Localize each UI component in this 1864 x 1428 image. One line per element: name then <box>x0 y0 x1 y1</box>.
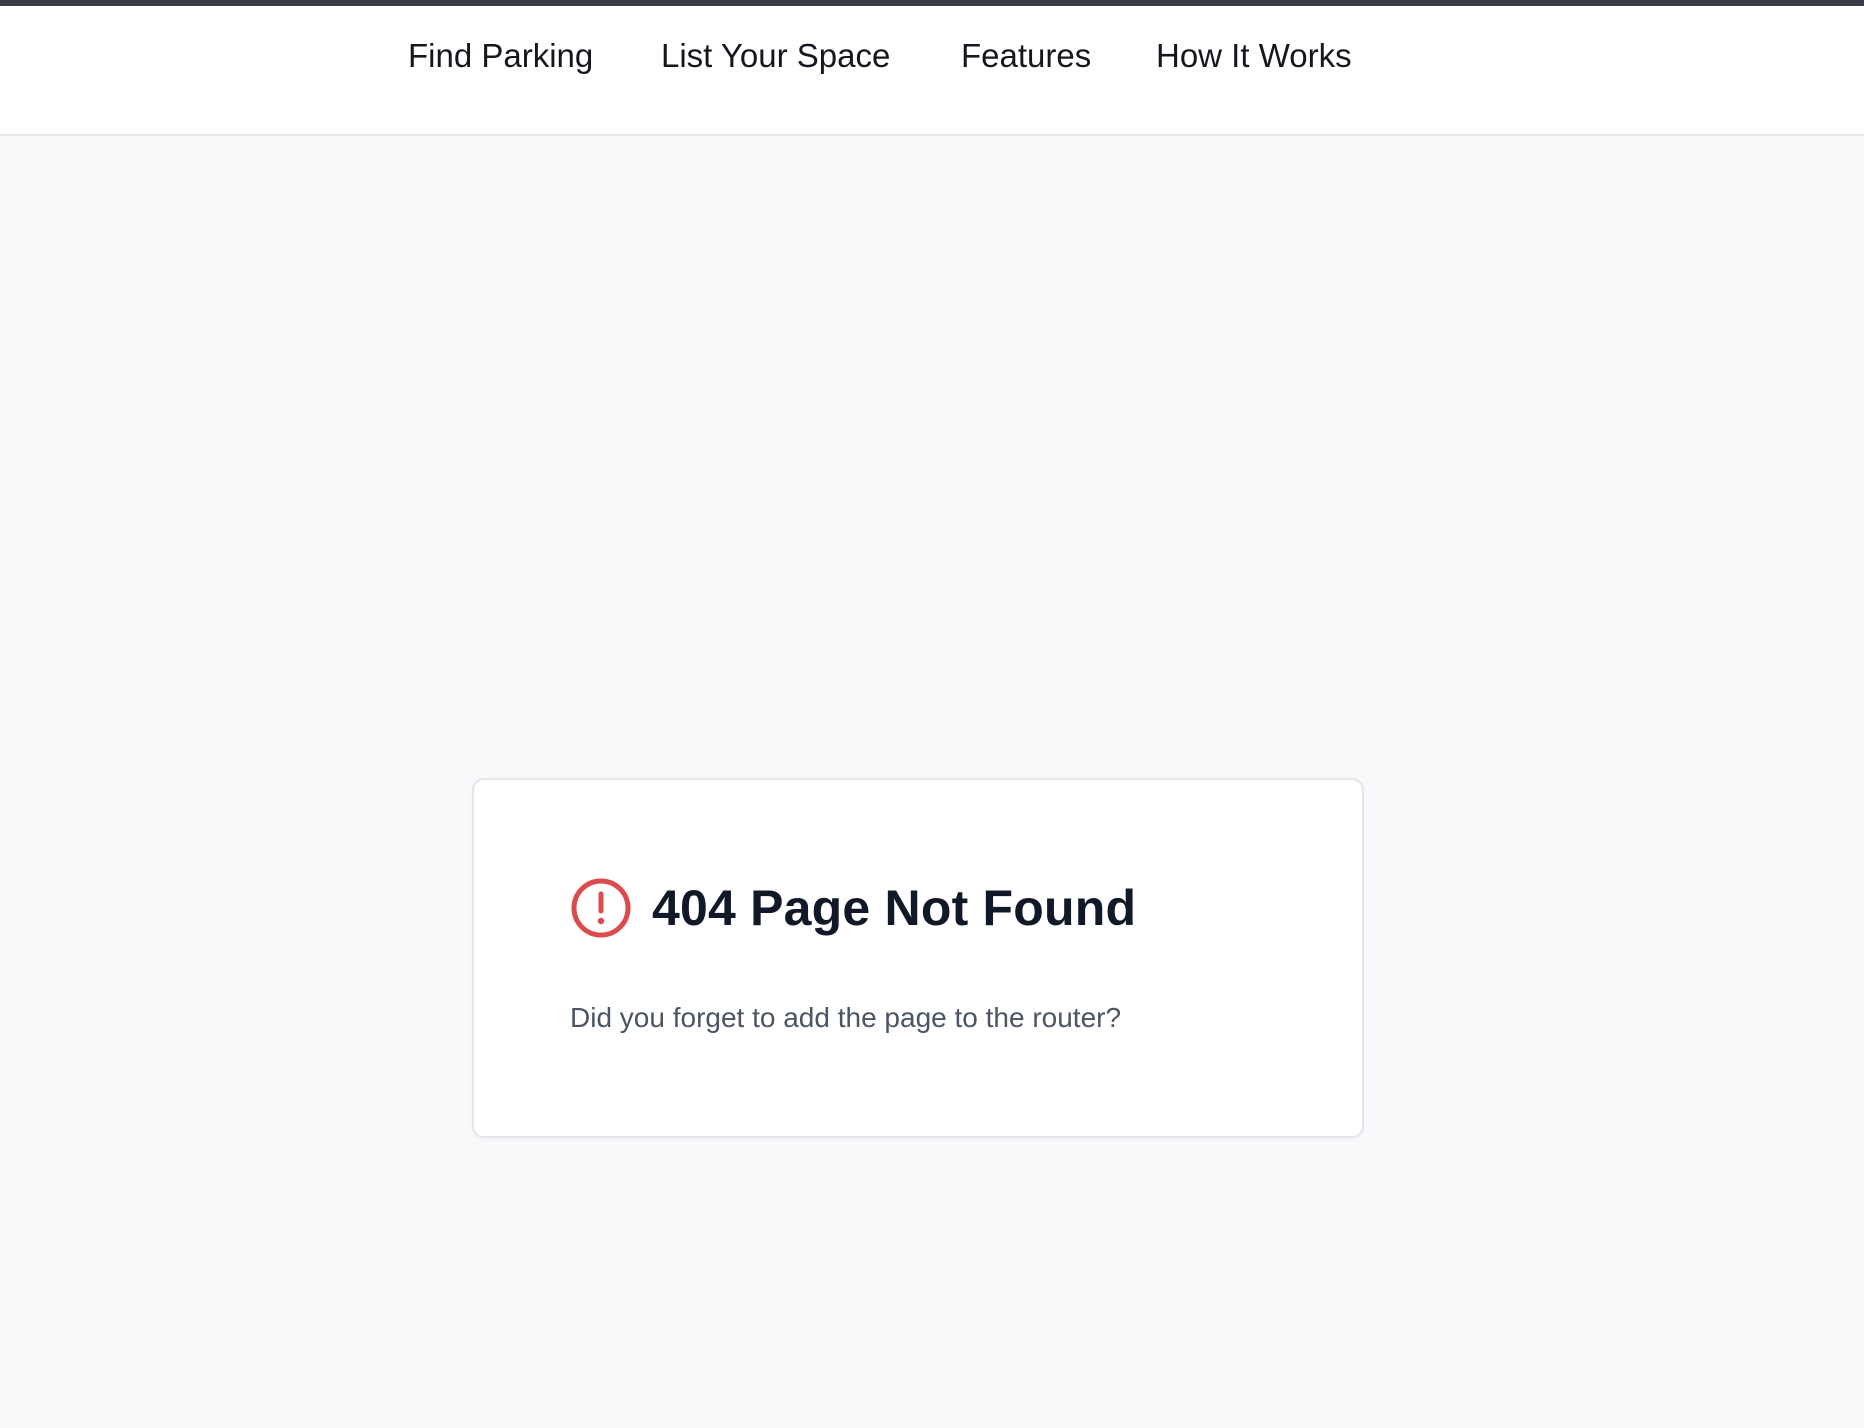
site-header: Find Parking List Your Space Features Ho… <box>0 6 1864 136</box>
error-card: 404 Page Not Found Did you forget to add… <box>472 778 1364 1138</box>
error-message: Did you forget to add the page to the ro… <box>570 1002 1122 1033</box>
nav-link-find-parking[interactable]: Find Parking <box>408 30 593 82</box>
error-title: 404 Page Not Found <box>652 880 1137 936</box>
nav-link-features[interactable]: Features <box>961 30 1091 82</box>
main-nav: Find Parking List Your Space Features Ho… <box>0 30 1864 82</box>
nav-link-list-your-space[interactable]: List Your Space <box>661 30 890 82</box>
alert-circle-icon <box>570 877 632 939</box>
nav-link-how-it-works[interactable]: How It Works <box>1156 30 1352 82</box>
error-title-row: 404 Page Not Found <box>570 876 1136 940</box>
